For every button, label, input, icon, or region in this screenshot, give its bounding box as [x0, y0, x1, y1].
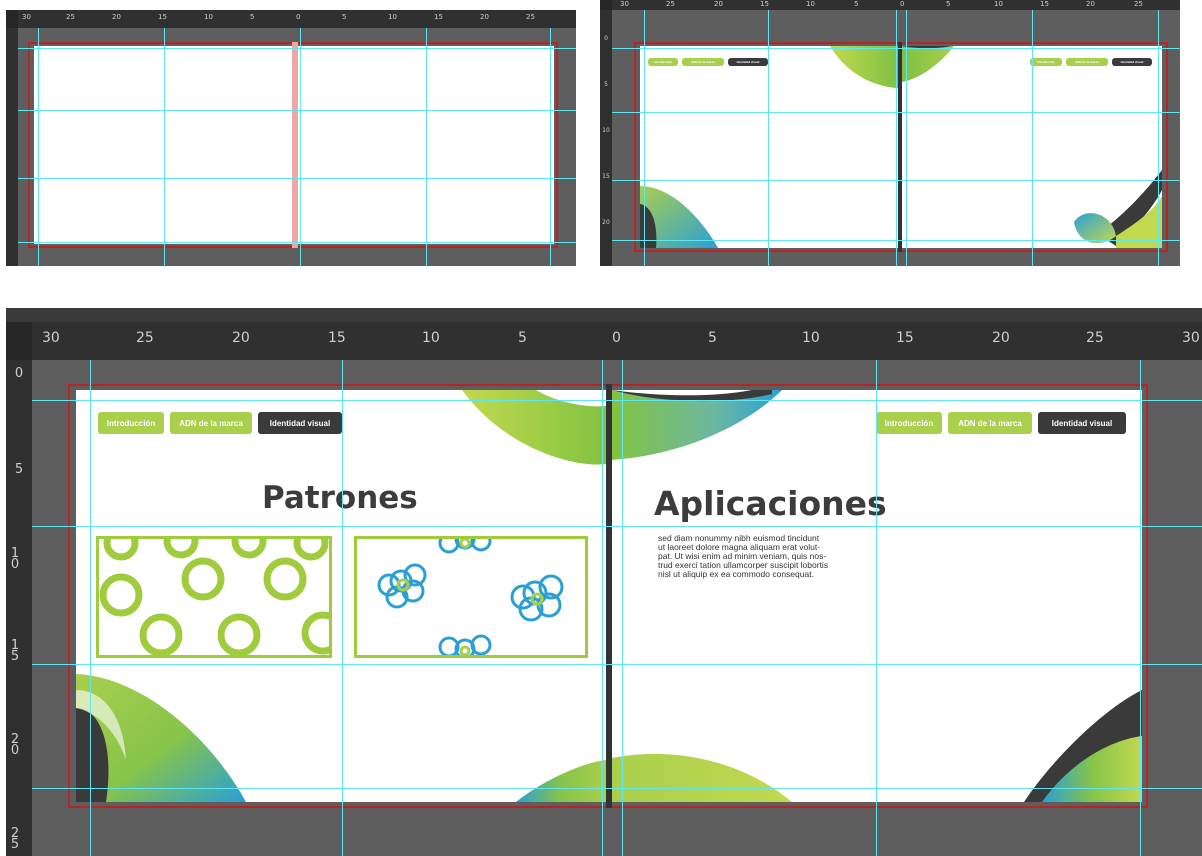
ruler-label: 10 — [204, 13, 213, 21]
ruler-label: 10 — [602, 127, 610, 134]
arc-decoration-top — [830, 46, 898, 88]
ruler-label: 30 — [22, 13, 31, 21]
ruler-label: 30 — [1182, 330, 1200, 346]
ruler-label: 25 — [666, 0, 675, 8]
spine-line — [606, 384, 612, 808]
ruler-label: 25 — [136, 330, 154, 346]
guide-vertical[interactable] — [622, 360, 623, 856]
ruler-label: 20 — [992, 330, 1010, 346]
ruler-label: 5 — [14, 462, 24, 477]
guide-horizontal[interactable] — [32, 526, 1202, 527]
spine-line — [292, 42, 298, 248]
left-page-patrones[interactable]: Introducción ADN de la marca Identidad v… — [76, 390, 606, 802]
guide-vertical[interactable] — [876, 360, 877, 856]
vertical-ruler[interactable] — [6, 28, 18, 266]
ruler-label: 20 — [1086, 0, 1095, 8]
guide-horizontal[interactable] — [18, 110, 576, 111]
ruler-label: 25 — [1134, 0, 1143, 8]
guide-horizontal[interactable] — [32, 400, 1202, 401]
ruler-label: 15 — [158, 13, 167, 21]
ruler-label: 0 — [14, 366, 24, 381]
vertical-ruler[interactable]: 0 5 10 15 20 — [600, 10, 612, 266]
ruler-label: 10 — [422, 330, 440, 346]
artboard-panel-empty-spread: 30 25 20 15 10 5 0 5 10 15 20 25 — [6, 10, 576, 266]
ruler-label: 15 — [1040, 0, 1049, 8]
horizontal-ruler[interactable]: 30 25 20 15 10 5 0 5 10 15 20 25 30 — [6, 322, 1202, 360]
guide-vertical[interactable] — [426, 28, 427, 266]
ruler-label: 25 — [66, 13, 75, 21]
ruler-label: 0 — [604, 35, 608, 42]
ruler-label: 5 — [250, 13, 255, 21]
ruler-label: 10 — [10, 546, 20, 573]
ruler-origin[interactable] — [6, 322, 32, 360]
ruler-label: 20 — [112, 13, 121, 21]
guide-vertical[interactable] — [1140, 360, 1141, 856]
ruler-label: 20 — [480, 13, 489, 21]
guide-vertical[interactable] — [164, 28, 165, 266]
ruler-label: 5 — [854, 0, 859, 8]
guide-horizontal[interactable] — [612, 240, 1180, 241]
ruler-origin[interactable] — [600, 0, 612, 10]
ruler-label: 5 — [708, 330, 717, 346]
ruler-label: 10 — [806, 0, 815, 8]
ruler-label: 30 — [42, 330, 60, 346]
guide-vertical[interactable] — [38, 28, 39, 266]
ruler-origin[interactable] — [6, 10, 18, 28]
guide-horizontal[interactable] — [32, 664, 1202, 665]
ruler-label: 20 — [10, 732, 20, 759]
ruler-label: 15 — [434, 13, 443, 21]
ruler-label: 0 — [296, 13, 301, 21]
ruler-label: 5 — [518, 330, 527, 346]
artboard-panel-template-spread: 30 25 20 15 10 5 0 5 10 15 20 25 0 5 10 … — [600, 0, 1180, 266]
guide-vertical[interactable] — [550, 28, 551, 266]
guide-vertical[interactable] — [300, 28, 301, 266]
left-page[interactable] — [34, 46, 292, 244]
ruler-label: 20 — [602, 219, 610, 226]
ruler-label: 0 — [900, 0, 905, 8]
ruler-label: 0 — [612, 330, 621, 346]
ruler-label: 5 — [342, 13, 347, 21]
ruler-label: 25 — [1086, 330, 1104, 346]
horizontal-ruler[interactable]: 30 25 20 15 10 5 0 5 10 15 20 25 — [6, 10, 576, 28]
ruler-label: 5 — [604, 81, 608, 88]
guide-horizontal[interactable] — [32, 788, 1202, 789]
ruler-label: 10 — [802, 330, 820, 346]
ruler-label: 15 — [760, 0, 769, 8]
guide-horizontal[interactable] — [612, 180, 1180, 181]
left-page[interactable]: Introducción ADN de la marca Identidad v… — [640, 46, 898, 248]
ruler-label: 15 — [328, 330, 346, 346]
wave-decoration-bottom-center — [516, 760, 606, 802]
guide-horizontal[interactable] — [612, 112, 1180, 113]
ribbon-decoration-bottom-right — [1024, 690, 1142, 802]
document-tab-bar[interactable] — [6, 308, 1202, 322]
spine-line — [898, 42, 902, 252]
guide-vertical[interactable] — [342, 360, 343, 856]
ruler-label: 10 — [388, 13, 397, 21]
guide-horizontal[interactable] — [18, 48, 576, 49]
ruler-label: 15 — [10, 638, 20, 665]
guide-vertical[interactable] — [90, 360, 91, 856]
horizontal-ruler[interactable]: 30 25 20 15 10 5 0 5 10 15 20 25 — [600, 0, 1180, 10]
ruler-label: 5 — [946, 0, 951, 8]
ruler-label: 20 — [232, 330, 250, 346]
ruler-label: 15 — [602, 173, 610, 180]
ruler-label: 15 — [896, 330, 914, 346]
ruler-label: 25 — [10, 826, 20, 853]
right-page-aplicaciones[interactable]: Introducción ADN de la marca Identidad v… — [612, 390, 1142, 802]
guide-horizontal[interactable] — [612, 48, 1180, 49]
guide-vertical[interactable] — [602, 360, 603, 856]
vertical-ruler[interactable]: 0 5 10 15 20 25 — [6, 360, 32, 856]
ruler-label: 10 — [994, 0, 1003, 8]
guide-horizontal[interactable] — [18, 242, 576, 243]
guide-horizontal[interactable] — [18, 178, 576, 179]
ruler-label: 30 — [620, 0, 629, 8]
ruler-label: 25 — [526, 13, 535, 21]
ruler-label: 20 — [714, 0, 723, 8]
artboard-panel-main-spread: 30 25 20 15 10 5 0 5 10 15 20 25 30 0 5 … — [6, 308, 1202, 856]
